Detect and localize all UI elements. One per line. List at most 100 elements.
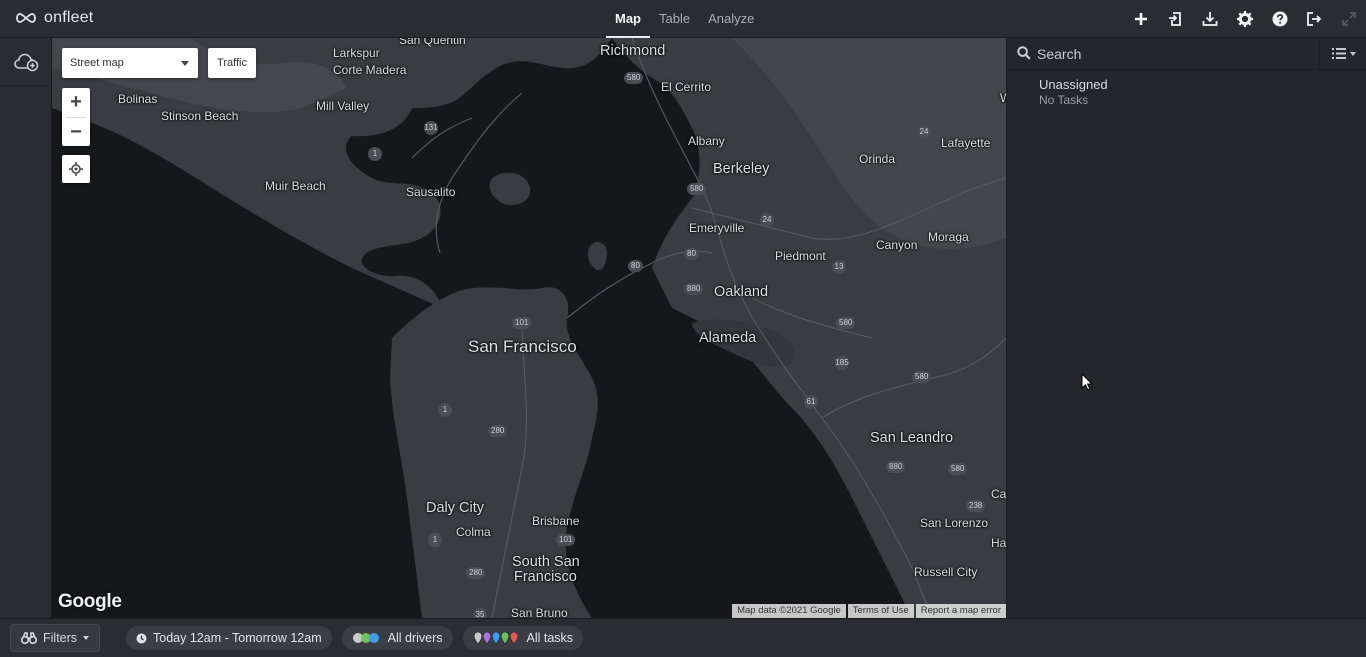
map-type-select[interactable]: Street map (62, 48, 198, 78)
highway-shield: 880 (886, 461, 906, 473)
map-base[interactable] (52, 38, 1006, 618)
task-pins-icon (473, 631, 518, 645)
bottom-bar: Filters Today 12am - Tomorrow 12am All d… (0, 618, 1366, 657)
map-label-corte-madera: Corte Madera (333, 63, 407, 77)
zoom-control: + − (62, 88, 90, 146)
highway-shield: 280 (466, 567, 486, 579)
map-label-moraga: Moraga (928, 230, 969, 244)
drivers-label: All drivers (387, 631, 443, 645)
tab-table[interactable]: Table (650, 0, 699, 38)
map-label-el-cerrito: El Cerrito (661, 80, 712, 94)
list-icon (1331, 48, 1346, 59)
highway-shield: 880 (684, 283, 704, 295)
report-error-link[interactable]: Report a map error (915, 604, 1006, 618)
logout-button[interactable] (1297, 0, 1332, 38)
time-range-filter[interactable]: Today 12am - Tomorrow 12am (126, 626, 332, 650)
map-label-albany: Albany (688, 134, 725, 148)
import-icon (1168, 12, 1181, 26)
gear-icon (1236, 11, 1253, 27)
search-input[interactable] (1037, 43, 1307, 65)
locate-button[interactable] (62, 155, 90, 183)
google-logo: Google (58, 591, 122, 612)
highway-shield: 35 (473, 608, 487, 618)
map-data-credit: Map data ©2021 Google (732, 604, 846, 618)
highway-shield: 580 (687, 183, 707, 195)
task-panel: Unassigned No Tasks (1006, 38, 1366, 618)
search-bar (1007, 38, 1319, 70)
chevron-down-icon (181, 61, 189, 66)
download-button[interactable] (1193, 0, 1228, 38)
expand-button[interactable] (1331, 0, 1366, 38)
create-task-button[interactable] (1124, 0, 1159, 38)
highway-shield: 131 (424, 121, 438, 135)
highway-shield: 13 (832, 260, 846, 274)
tasks-filter[interactable]: All tasks (462, 626, 584, 650)
map-label-richmond: Richmond (600, 43, 666, 59)
tab-map[interactable]: Map (606, 0, 650, 38)
map-canvas[interactable]: Larkspur Corte Madera San Quentin Richmo… (52, 38, 1006, 618)
tab-analyze[interactable]: Analyze (699, 0, 763, 38)
highway-shield: 1 (368, 147, 382, 161)
zoom-out-button[interactable]: − (62, 118, 90, 147)
map-label-orinda: Orinda (859, 152, 896, 166)
chevron-down-icon (1349, 51, 1356, 56)
drivers-filter[interactable]: All drivers (341, 626, 453, 650)
logout-icon (1307, 12, 1322, 26)
toolbar (1124, 0, 1366, 38)
map-label-lafayette: Lafayette (941, 136, 991, 150)
map-label-bolinas: Bolinas (118, 92, 158, 106)
highway-shield: 580 (948, 463, 968, 475)
map-label-berkeley: Berkeley (713, 161, 770, 177)
map-label-muir-beach: Muir Beach (265, 179, 326, 193)
settings-button[interactable] (1228, 0, 1263, 38)
map-label-south-sf: South San (512, 554, 580, 570)
time-range-label: Today 12am - Tomorrow 12am (153, 631, 322, 645)
highway-shield: 185 (835, 356, 849, 370)
map-label-russell-city: Russell City (914, 565, 978, 579)
map-label-larkspur: Larkspur (333, 46, 380, 60)
import-button[interactable] (1158, 0, 1193, 38)
map-label-brisbane: Brisbane (532, 514, 580, 528)
add-driver-button[interactable] (0, 38, 52, 86)
map-label-south-sf-2: Francisco (514, 569, 577, 585)
left-rail (0, 38, 52, 618)
mouse-cursor-icon (1081, 373, 1093, 391)
highway-shield: 580 (624, 72, 644, 84)
highway-shield: 1 (438, 403, 452, 417)
top-bar: onfleet Map Table Analyze (0, 0, 1366, 38)
help-button[interactable] (1262, 0, 1297, 38)
map-label-stinson-beach: Stinson Beach (161, 109, 239, 123)
map-label-san-francisco: San Francisco (468, 337, 577, 356)
app-logo[interactable]: onfleet (14, 9, 93, 27)
expand-icon (1341, 12, 1356, 26)
plus-icon (1135, 13, 1148, 25)
map-type-value: Street map (70, 57, 124, 69)
map-attribution: Map data ©2021 Google Terms of Use Repor… (730, 604, 1006, 618)
unassigned-group[interactable]: Unassigned No Tasks (1039, 77, 1108, 107)
help-icon (1272, 11, 1288, 27)
map-label-emeryville: Emeryville (689, 221, 745, 235)
filters-label: Filters (43, 631, 78, 645)
map-label-colma: Colma (456, 525, 491, 539)
crosshair-icon (69, 162, 83, 176)
map-label-piedmont: Piedmont (775, 249, 826, 263)
highway-shield: 101 (556, 534, 576, 546)
highway-shield: 580 (912, 371, 932, 383)
group-title: Unassigned (1039, 77, 1108, 92)
clock-icon (136, 633, 147, 643)
driver-status-dots-icon (352, 633, 379, 643)
group-subtitle: No Tasks (1039, 93, 1089, 107)
terms-link[interactable]: Terms of Use (847, 604, 914, 618)
traffic-button[interactable]: Traffic (208, 48, 256, 78)
zoom-in-button[interactable]: + (62, 88, 90, 117)
list-view-toggle[interactable] (1319, 38, 1366, 70)
highway-shield: 101 (512, 317, 532, 329)
map-label-san-leandro: San Leandro (870, 430, 954, 446)
highway-shield: 280 (488, 425, 508, 437)
filters-button[interactable]: Filters (10, 624, 101, 652)
tasks-label: All tasks (526, 631, 574, 645)
highway-shield: 24 (917, 125, 931, 139)
download-icon (1202, 12, 1218, 26)
map-label-sausalito: Sausalito (406, 185, 456, 199)
map-label-edge-ca: Ca (991, 487, 1006, 501)
